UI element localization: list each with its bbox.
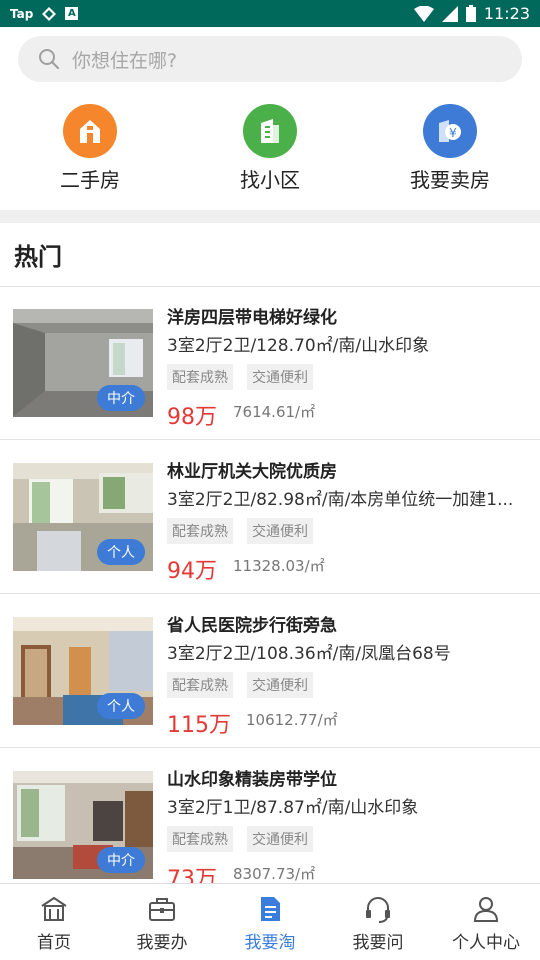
bottom-nav: 首页 我要办 我要淘 我要问 个人中心 — [0, 883, 540, 960]
search-input[interactable]: 你想住在哪? — [72, 46, 177, 73]
listing-title: 省人民医院步行街旁急 — [167, 616, 337, 636]
hot-section: 热门 中介 洋房四层带电梯好绿化 3室2厅2卫/128.70㎡/南/山水印象 配… — [0, 223, 540, 883]
listing-tag: 配套成熟 — [167, 826, 233, 852]
listing-unit-price: 10612.77/㎡ — [246, 711, 338, 729]
listing-photo: 中介 — [13, 771, 153, 879]
briefcase-icon — [149, 898, 175, 921]
listing-spec: 3室2厅2卫/128.70㎡/南/山水印象 — [167, 336, 430, 356]
listing-spec: 3室2厅1卫/87.87㎡/南/山水印象 — [167, 798, 419, 818]
source-badge: 中介 — [97, 385, 145, 411]
listing-item[interactable]: 中介 洋房四层带电梯好绿化 3室2厅2卫/128.70㎡/南/山水印象 配套成熟… — [0, 287, 540, 440]
listing-unit-price: 8307.73/㎡ — [233, 865, 316, 883]
listing-spec: 3室2厅2卫/108.36㎡/南/凤凰台68号 — [167, 644, 451, 664]
listing-spec: 3室2厅2卫/82.98㎡/南/本房单位统一加建1... — [167, 490, 514, 510]
sell-house-icon: ¥ — [423, 104, 477, 158]
nav-label: 我要淘 — [244, 933, 296, 953]
source-badge: 中介 — [97, 847, 145, 873]
listing-price: 94万 — [167, 559, 217, 584]
listing-title: 林业厅机关大院优质房 — [167, 462, 337, 482]
person-icon — [473, 897, 499, 922]
battery-icon — [465, 5, 476, 22]
home-icon — [41, 896, 67, 921]
source-badge: 个人 — [97, 539, 145, 565]
listing-photo: 中介 — [13, 309, 153, 417]
listing-item[interactable]: 个人 林业厅机关大院优质房 3室2厅2卫/82.98㎡/南/本房单位统一加建1.… — [0, 441, 540, 594]
headset-icon — [366, 897, 390, 923]
status-time: 11:23 — [483, 4, 530, 23]
quick-link-label: 我要卖房 — [410, 168, 490, 192]
status-bar-left: Tap A — [10, 4, 79, 23]
tap-app-badge: Tap — [10, 6, 34, 21]
header-area: 你想住在哪? 二手房 找小区 ¥ 我要卖房 — [0, 27, 540, 210]
quick-link-sell-house[interactable]: ¥ 我要卖房 — [380, 104, 520, 193]
house-icon — [63, 104, 117, 158]
quick-link-second-hand[interactable]: 二手房 — [20, 104, 160, 193]
listing-tag: 交通便利 — [247, 364, 313, 390]
listing-tag: 配套成熟 — [167, 518, 233, 544]
listing-title: 洋房四层带电梯好绿化 — [167, 308, 337, 328]
status-bar: Tap A 11:23 — [0, 0, 540, 27]
nav-label: 我要问 — [352, 933, 404, 953]
listing-photo: 个人 — [13, 463, 153, 571]
listing-item[interactable]: 中介 山水印象精装房带学位 3室2厅1卫/87.87㎡/南/山水印象 配套成熟 … — [0, 749, 540, 883]
status-bar-right: 11:23 — [413, 3, 530, 24]
listing-tag: 交通便利 — [247, 826, 313, 852]
quick-link-label: 二手房 — [60, 168, 120, 192]
search-bar[interactable]: 你想住在哪? — [18, 36, 522, 82]
sync-icon — [42, 6, 57, 21]
listing-price: 98万 — [167, 405, 217, 430]
nav-label: 首页 — [37, 933, 71, 953]
listing-unit-price: 11328.03/㎡ — [233, 557, 325, 575]
document-icon — [261, 897, 280, 921]
building-icon — [243, 104, 297, 158]
section-title: 热门 — [14, 243, 62, 271]
nav-ask[interactable]: 我要问 — [324, 884, 432, 960]
wifi-icon — [413, 5, 434, 22]
source-badge: 个人 — [97, 693, 145, 719]
nav-label: 我要办 — [136, 933, 188, 953]
search-icon — [39, 49, 60, 70]
listing-tag: 交通便利 — [247, 672, 313, 698]
nav-home[interactable]: 首页 — [0, 884, 108, 960]
listing-tag: 配套成熟 — [167, 672, 233, 698]
quick-link-label: 找小区 — [240, 168, 300, 192]
nav-profile[interactable]: 个人中心 — [432, 884, 540, 960]
signal-icon — [441, 5, 458, 22]
svg-text:¥: ¥ — [449, 126, 457, 140]
listing-price: 73万 — [167, 867, 217, 883]
listing-unit-price: 7614.61/㎡ — [233, 403, 316, 421]
listing-tag: 交通便利 — [247, 518, 313, 544]
nav-handle[interactable]: 我要办 — [108, 884, 216, 960]
nav-label: 个人中心 — [452, 933, 520, 953]
listing-item[interactable]: 个人 省人民医院步行街旁急 3室2厅2卫/108.36㎡/南/凤凰台68号 配套… — [0, 595, 540, 748]
listing-photo: 个人 — [13, 617, 153, 725]
a-icon: A — [65, 7, 79, 20]
nav-browse[interactable]: 我要淘 — [216, 884, 324, 960]
listing-title: 山水印象精装房带学位 — [167, 770, 337, 790]
quick-link-community[interactable]: 找小区 — [200, 104, 340, 193]
listing-price: 115万 — [167, 713, 231, 738]
listing-tag: 配套成熟 — [167, 364, 233, 390]
